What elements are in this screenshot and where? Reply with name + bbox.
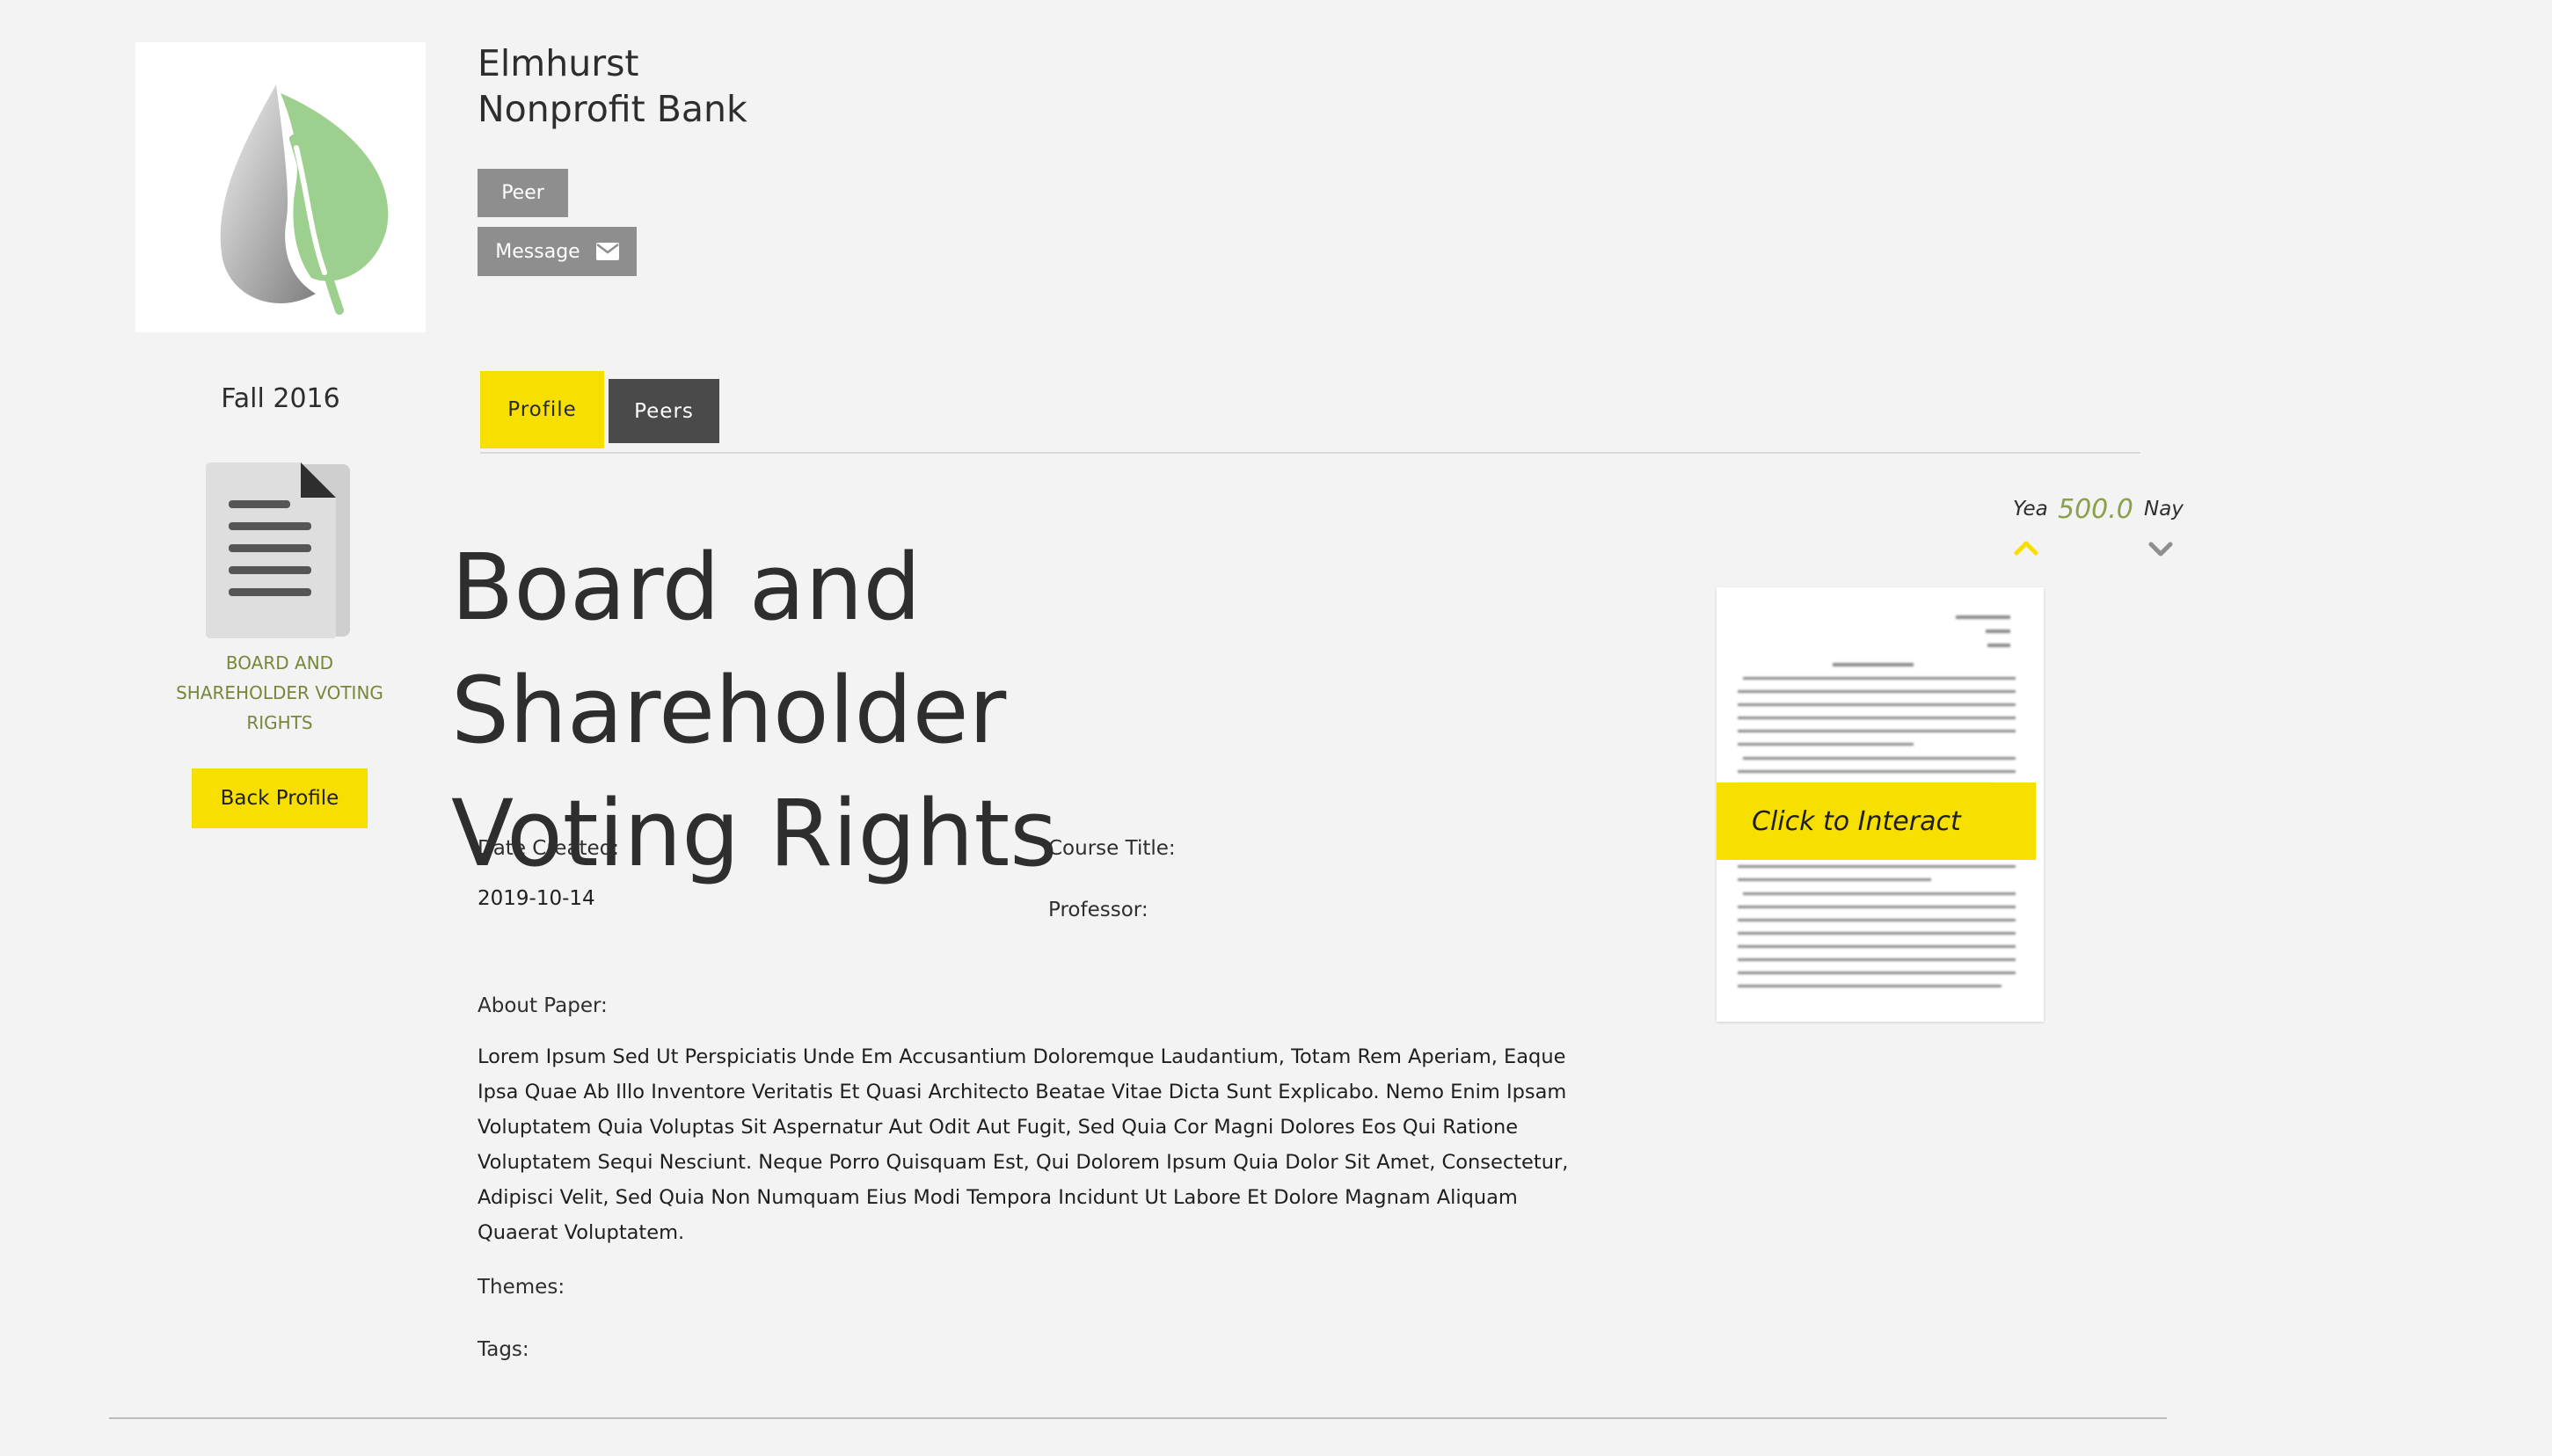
course-title-label: Course Title: — [1048, 837, 1176, 860]
about-paper-label: About Paper: — [478, 994, 608, 1017]
date-created-value: 2019-10-14 — [478, 887, 595, 910]
about-paper-text: Lorem Ipsum Sed Ut Perspiciatis Unde Em … — [478, 1045, 1569, 1244]
yea-label: Yea — [2013, 498, 2048, 521]
message-button[interactable]: Message — [478, 227, 637, 276]
paper-title-line1: Board and Shareholder — [451, 534, 1007, 764]
envelope-icon — [595, 243, 619, 260]
paper-title-line2: Voting Rights — [451, 780, 1058, 887]
peer-button[interactable]: Peer — [478, 169, 568, 217]
vote-score: 500.0 — [2058, 494, 2133, 525]
leaf-drop-logo-icon — [220, 84, 389, 315]
professor-label: Professor: — [1048, 899, 1148, 921]
date-created-label: Date Created: — [478, 837, 620, 860]
peer-button-label: Peer — [501, 182, 544, 204]
document-title-link[interactable]: BOARD AND SHAREHOLDER VOTING RIGHTS — [172, 648, 387, 738]
footer-divider — [109, 1417, 2167, 1419]
tags-label: Tags: — [478, 1338, 529, 1361]
tab-divider — [480, 452, 2140, 454]
org-logo — [135, 42, 426, 332]
nay-label: Nay — [2144, 498, 2184, 521]
semester-label: Fall 2016 — [221, 383, 340, 414]
tab-peers[interactable]: Peers — [609, 379, 719, 443]
back-profile-button[interactable]: Back Profile — [192, 768, 368, 828]
org-name: Elmhurst Nonprofit Bank — [478, 40, 747, 132]
click-to-interact-button[interactable]: Click to Interact — [1717, 783, 2036, 860]
themes-label: Themes: — [478, 1276, 565, 1299]
tab-profile[interactable]: Profile — [480, 371, 604, 448]
org-name-line2: Nonprofit Bank — [478, 88, 747, 130]
document-icon — [204, 461, 354, 641]
chevron-down-icon[interactable] — [2148, 540, 2173, 559]
message-button-label: Message — [495, 240, 580, 263]
chevron-up-icon[interactable] — [2014, 538, 2038, 557]
org-name-line1: Elmhurst — [478, 42, 639, 84]
